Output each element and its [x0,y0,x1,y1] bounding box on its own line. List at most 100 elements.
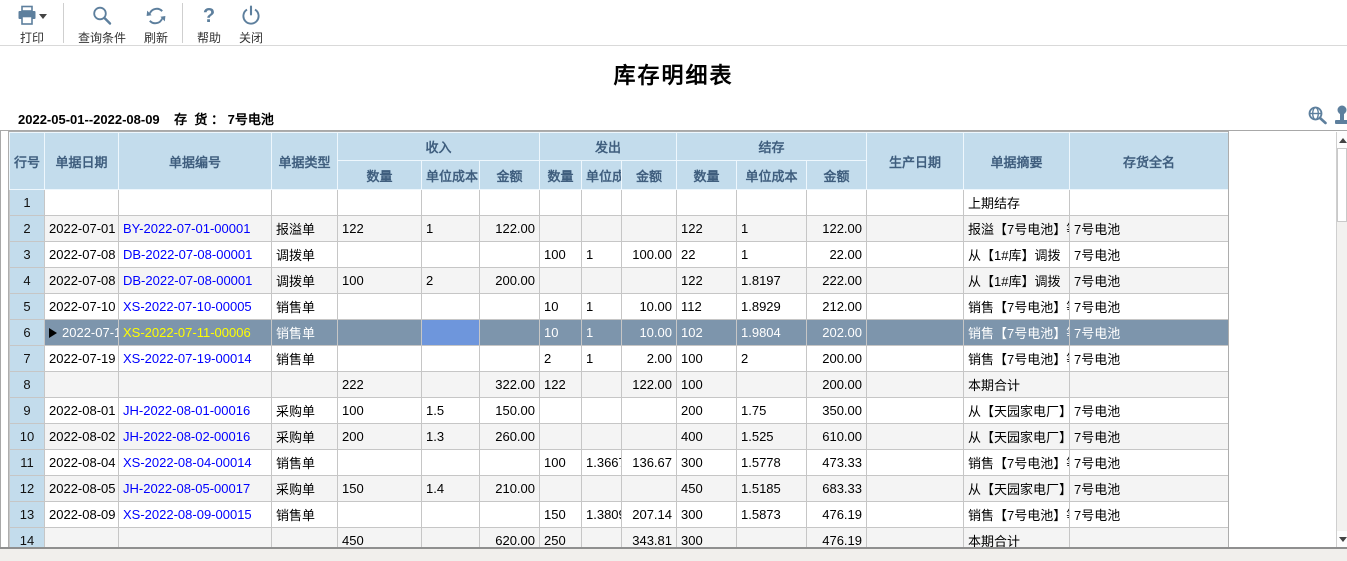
col-header-bal-qty[interactable]: 数量 [677,161,737,190]
table-row[interactable]: 112022-08-04XS-2022-08-04-00014销售单1001.3… [10,450,1229,476]
cell-type[interactable] [272,372,338,398]
cell-in-cost[interactable] [422,528,480,548]
table-row[interactable]: 62022-07-11XS-2022-07-11-00006销售单10110.0… [10,320,1229,346]
cell-bal-cost[interactable] [737,372,807,398]
cell-prod-date[interactable] [867,294,964,320]
cell-prod-date[interactable] [867,242,964,268]
doc-number-link[interactable]: XS-2022-07-11-00006 [123,325,251,340]
cell-summary[interactable]: 上期结存 [964,190,1070,216]
cell-out-qty[interactable] [540,398,582,424]
col-header-date[interactable]: 单据日期 [45,133,119,190]
cell-out-amt[interactable]: 2.00 [622,346,677,372]
refresh-button[interactable]: 刷新 [135,3,177,47]
cell-in-amt[interactable] [480,502,540,528]
cell-bal-amt[interactable]: 122.00 [807,216,867,242]
col-header-in-qty[interactable]: 数量 [338,161,422,190]
horizontal-scrollbar[interactable] [0,549,1347,561]
cell-type[interactable]: 采购单 [272,476,338,502]
cell-bal-amt[interactable]: 222.00 [807,268,867,294]
cell-out-qty[interactable] [540,268,582,294]
cell-bal-qty[interactable]: 100 [677,372,737,398]
col-header-in-cost[interactable]: 单位成本 [422,161,480,190]
cell-out-amt[interactable]: 207.14 [622,502,677,528]
cell-out-amt[interactable] [622,398,677,424]
cell-date[interactable]: 2022-08-05 [45,476,119,502]
cell-in-cost[interactable]: 1.4 [422,476,480,502]
cell-out-cost[interactable] [582,528,622,548]
cell-bal-qty[interactable] [677,190,737,216]
cell-bal-qty[interactable]: 100 [677,346,737,372]
cell-bal-qty[interactable]: 300 [677,528,737,548]
cell-out-amt[interactable]: 122.00 [622,372,677,398]
cell-bal-amt[interactable] [807,190,867,216]
cell-bal-qty[interactable]: 400 [677,424,737,450]
help-button[interactable]: ? 帮助 [188,3,230,47]
vertical-scrollbar[interactable] [1336,132,1347,547]
print-button[interactable]: 打印 [6,3,58,47]
cell-out-amt[interactable] [622,424,677,450]
cell-bal-cost[interactable]: 1.8929 [737,294,807,320]
cell-prod-date[interactable] [867,268,964,294]
table-row[interactable]: 22022-07-01BY-2022-07-01-00001报溢单1221122… [10,216,1229,242]
cell-in-cost[interactable] [422,320,480,346]
cell-in-qty[interactable] [338,320,422,346]
cell-bal-cost[interactable]: 1 [737,242,807,268]
cell-type[interactable] [272,190,338,216]
cell-doc[interactable]: JH-2022-08-02-00016 [119,424,272,450]
cell-bal-amt[interactable]: 473.33 [807,450,867,476]
col-header-out-qty[interactable]: 数量 [540,161,582,190]
cell-in-qty[interactable]: 150 [338,476,422,502]
doc-number-link[interactable]: XS-2022-08-04-00014 [123,455,252,470]
cell-out-qty[interactable]: 250 [540,528,582,548]
cell-summary[interactable]: 本期合计 [964,372,1070,398]
cell-summary[interactable]: 销售【7号电池】等 [964,450,1070,476]
cell-in-qty[interactable]: 122 [338,216,422,242]
cell-doc[interactable]: DB-2022-07-08-00001 [119,242,272,268]
cell-type[interactable]: 调拨单 [272,268,338,294]
table-row[interactable]: 42022-07-08DB-2022-07-08-00001调拨单1002200… [10,268,1229,294]
cell-out-cost[interactable] [582,476,622,502]
col-header-prod-date[interactable]: 生产日期 [867,133,964,190]
cell-in-cost[interactable] [422,450,480,476]
cell-in-cost[interactable]: 1.5 [422,398,480,424]
cell-out-qty[interactable] [540,216,582,242]
cell-no[interactable]: 9 [10,398,45,424]
cell-item-name[interactable]: 7号电池 [1070,242,1229,268]
cell-doc[interactable] [119,372,272,398]
cell-out-qty[interactable]: 100 [540,450,582,476]
cell-date[interactable] [45,190,119,216]
cell-type[interactable]: 采购单 [272,424,338,450]
cell-doc[interactable] [119,190,272,216]
cell-date[interactable]: 2022-07-08 [45,242,119,268]
cell-bal-amt[interactable]: 202.00 [807,320,867,346]
cell-bal-qty[interactable]: 300 [677,450,737,476]
cell-summary[interactable]: 本期合计 [964,528,1070,548]
cell-in-amt[interactable]: 322.00 [480,372,540,398]
cell-date[interactable]: 2022-07-19 [45,346,119,372]
cell-doc[interactable]: BY-2022-07-01-00001 [119,216,272,242]
cell-doc[interactable]: XS-2022-07-10-00005 [119,294,272,320]
cell-bal-cost[interactable]: 1.5778 [737,450,807,476]
cell-item-name[interactable] [1070,190,1229,216]
col-header-out-cost[interactable]: 单位成本 [582,161,622,190]
cell-type[interactable]: 销售单 [272,346,338,372]
cell-in-qty[interactable] [338,190,422,216]
table-row[interactable]: 72022-07-19XS-2022-07-19-00014销售单212.001… [10,346,1229,372]
cell-bal-cost[interactable]: 2 [737,346,807,372]
cell-in-qty[interactable]: 100 [338,398,422,424]
cell-item-name[interactable] [1070,528,1229,548]
cell-in-qty[interactable] [338,242,422,268]
cell-type[interactable]: 销售单 [272,320,338,346]
cell-in-amt[interactable]: 260.00 [480,424,540,450]
cell-out-amt[interactable]: 10.00 [622,320,677,346]
cell-prod-date[interactable] [867,216,964,242]
doc-number-link[interactable]: XS-2022-07-19-00014 [123,351,252,366]
cell-in-amt[interactable] [480,242,540,268]
cell-no[interactable]: 5 [10,294,45,320]
cell-out-cost[interactable] [582,424,622,450]
cell-doc[interactable]: XS-2022-07-11-00006 [119,320,272,346]
cell-summary[interactable]: 从【天园家电厂】购 [964,398,1070,424]
cell-summary[interactable]: 销售【7号电池】等 [964,346,1070,372]
stamp-icon[interactable] [1334,104,1347,133]
cell-prod-date[interactable] [867,372,964,398]
